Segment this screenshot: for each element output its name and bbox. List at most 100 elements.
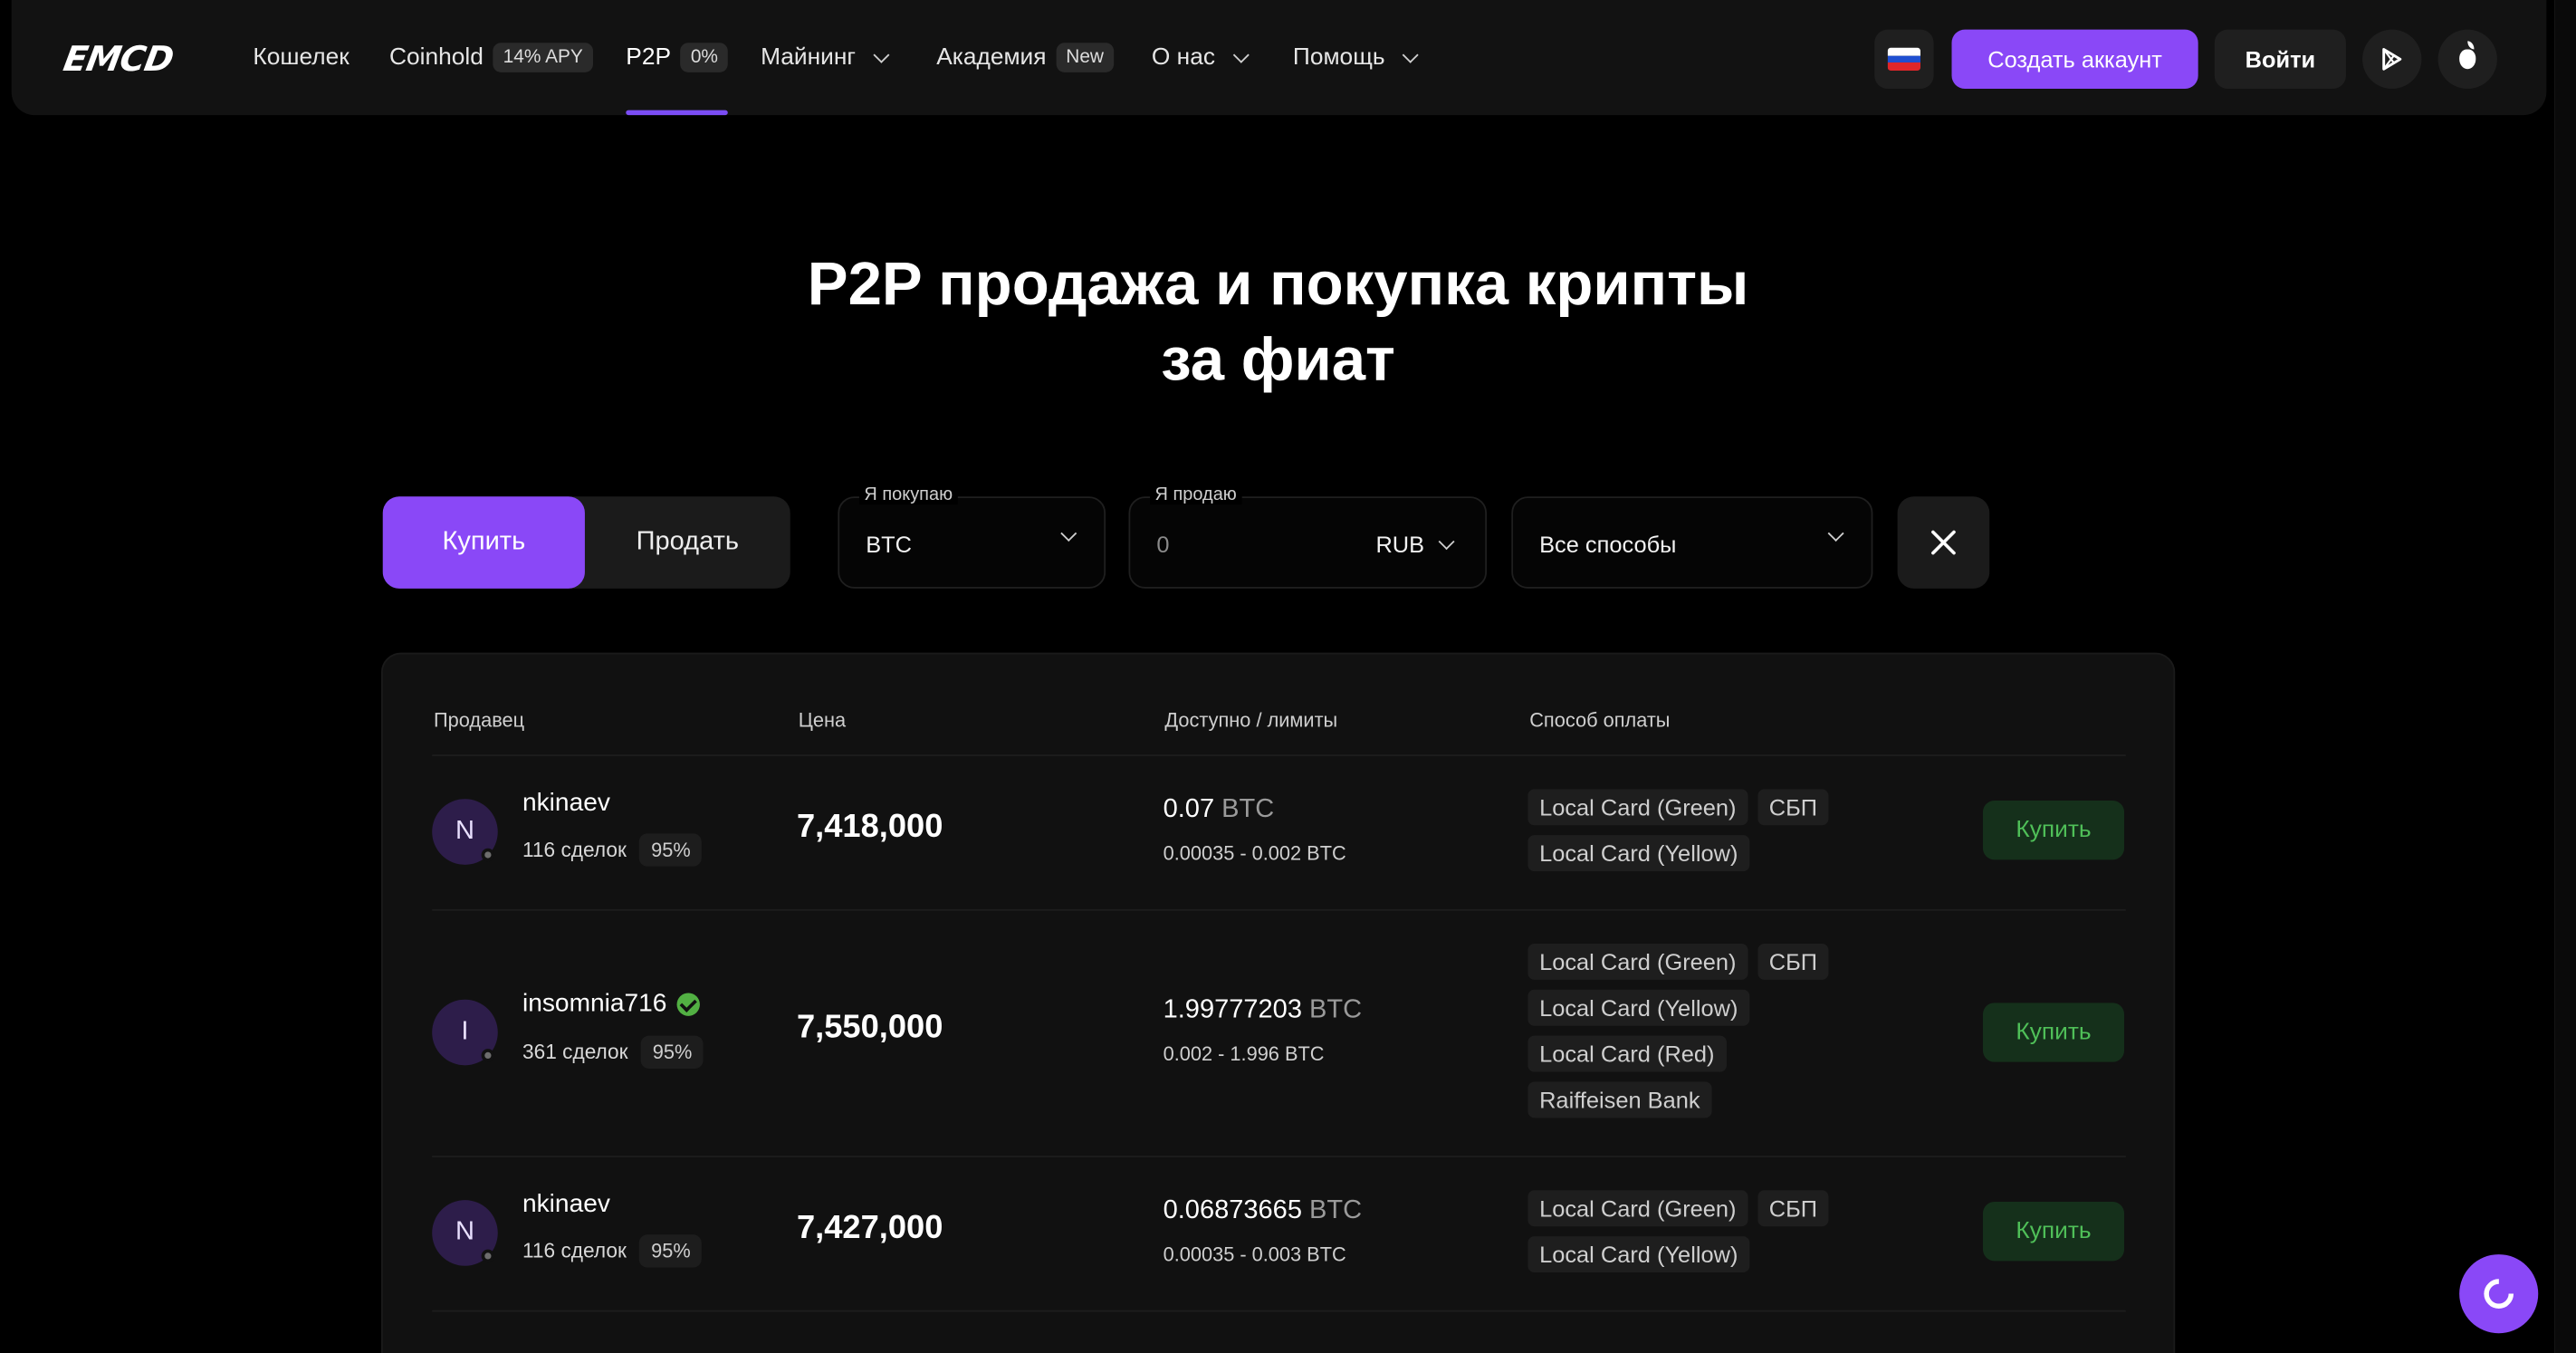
apy-badge: 14% APY (493, 43, 593, 72)
payment-method-tag: Local Card (Yellow) (1527, 989, 1750, 1026)
fee-badge: 0% (680, 43, 728, 72)
payment-method-tag: Local Card (Green) (1527, 943, 1748, 980)
column-header-seller: Продавец (434, 708, 525, 732)
available-value: 1.99777203 (1163, 996, 1302, 1024)
apple-icon (2459, 41, 2476, 70)
column-header-price: Цена (798, 708, 847, 732)
buy-sell-toggle: Купить Продать (382, 496, 790, 589)
verified-badge-icon (676, 993, 700, 1016)
offer-price: 7,427,000 (796, 1210, 943, 1246)
page-title-line1: P2P продажа и покупка крипты (807, 249, 1749, 318)
nav-help[interactable]: Помощь (1292, 0, 1419, 115)
amount-field: Я продаю RUB (1128, 485, 1488, 590)
nav-wallet[interactable]: Кошелек (253, 0, 349, 115)
payment-method-tag: Local Card (Yellow) (1527, 1236, 1750, 1273)
nav-coinhold-label: Coinhold (389, 44, 484, 72)
table-row: N nkinaev 116 сделок 95% 7,427,000 0.068… (432, 1156, 2126, 1310)
payment-method-tag: Raiffeisen Bank (1527, 1081, 1712, 1118)
buy-offer-button[interactable]: Купить (1982, 801, 2125, 860)
column-header-available: Доступно / лимиты (1164, 708, 1338, 732)
nav-coinhold[interactable]: Coinhold 14% APY (389, 0, 593, 115)
buy-tab[interactable]: Купить (382, 496, 585, 589)
completion-rate: 95% (639, 1234, 703, 1268)
deals-count: 361 сделок (522, 1041, 628, 1064)
completion-rate: 95% (641, 1035, 704, 1069)
close-icon (1930, 530, 1957, 556)
chevron-down-icon (873, 45, 890, 62)
scrollbar[interactable] (2554, 0, 2576, 1353)
seller-name[interactable]: insomnia716 (522, 990, 700, 1020)
avatar-initial: N (455, 817, 474, 846)
seller-name[interactable]: nkinaev (522, 1190, 610, 1220)
coin-select-value: BTC (866, 531, 912, 558)
available-unit: BTC (1309, 1196, 1363, 1225)
deals-count: 116 сделок (522, 838, 627, 862)
google-play-icon (2382, 48, 2402, 71)
avatar-initial: I (461, 1017, 469, 1046)
nav-mining-label: Майнинг (761, 44, 856, 72)
google-play-button[interactable] (2362, 29, 2422, 90)
table-row: N nkinaev 116 сделок 95% 7,418,000 0.07 … (432, 754, 2126, 909)
nav-p2p[interactable]: P2P 0% (626, 0, 728, 116)
nav-about[interactable]: О нас (1152, 0, 1250, 115)
amount-input[interactable] (1156, 498, 1355, 590)
payment-method-tag: СБП (1757, 1190, 1829, 1227)
buy-offer-button[interactable]: Купить (1982, 1003, 2125, 1062)
nav-mining[interactable]: Майнинг (761, 0, 890, 115)
coin-select[interactable]: Я покупаю BTC (838, 485, 1106, 589)
payment-methods: Local Card (Green) СБП Local Card (Yello… (1527, 1190, 1881, 1273)
seller-name-text: insomnia716 (522, 989, 667, 1018)
seller-stats: 361 сделок 95% (522, 1035, 704, 1069)
payment-methods: Local Card (Green) СБП Local Card (Yello… (1527, 789, 1881, 872)
language-button[interactable] (1874, 29, 1934, 90)
online-status-dot (481, 1049, 495, 1062)
nav-academy-label: Академия (936, 44, 1047, 72)
chevron-down-icon (1060, 525, 1077, 542)
payment-method-tag: СБП (1757, 789, 1829, 826)
table-row: I insomnia716 361 сделок 95% 7,550,000 1… (432, 908, 2126, 1156)
page: EMCD Кошелек Coinhold 14% APY P2P 0% Май… (0, 0, 2576, 1353)
available-amount: 1.99777203 BTC (1164, 996, 1363, 1026)
stage: EMCD Кошелек Coinhold 14% APY P2P 0% Май… (0, 0, 2576, 1353)
table-row (432, 1310, 2126, 1353)
login-button[interactable]: Войти (2214, 29, 2346, 90)
offer-price: 7,550,000 (796, 1009, 943, 1046)
avatar[interactable]: N (432, 799, 498, 865)
page-title-line2: за фиат (1161, 325, 1395, 393)
payment-methods: Local Card (Green) СБП Local Card (Yello… (1527, 943, 1881, 1118)
app-store-button[interactable] (2437, 29, 2497, 90)
payment-method-tag: Local Card (Green) (1527, 789, 1748, 826)
deals-count: 116 сделок (522, 1239, 627, 1263)
russia-flag-icon (1887, 47, 1921, 72)
nav-help-label: Помощь (1292, 44, 1385, 72)
clear-filters-button[interactable] (1897, 496, 1990, 589)
currency-select[interactable]: RUB (1375, 498, 1455, 590)
online-status-dot (481, 1249, 495, 1263)
new-badge: New (1056, 43, 1114, 72)
sell-tab[interactable]: Продать (585, 496, 790, 589)
available-amount: 0.07 BTC (1164, 796, 1275, 826)
nav-academy[interactable]: Академия New (936, 0, 1114, 115)
nav-p2p-label: P2P (626, 44, 672, 72)
available-unit: BTC (1221, 795, 1275, 824)
available-unit: BTC (1309, 996, 1363, 1024)
offer-limits: 0.002 - 1.996 BTC (1163, 1041, 1325, 1066)
chevron-down-icon (1438, 533, 1455, 550)
buy-offer-button[interactable]: Купить (1982, 1201, 2125, 1262)
avatar-initial: N (455, 1218, 474, 1246)
chevron-down-icon (1232, 45, 1250, 62)
seller-stats: 116 сделок 95% (522, 1234, 703, 1268)
support-chat-button[interactable] (2459, 1254, 2539, 1334)
avatar[interactable]: N (432, 1200, 498, 1266)
seller-name[interactable]: nkinaev (522, 789, 610, 819)
create-account-button[interactable]: Создать аккаунт (1951, 29, 2198, 90)
payment-method-tag: СБП (1757, 943, 1829, 980)
chevron-down-icon (1827, 525, 1844, 542)
logo[interactable]: EMCD (61, 40, 177, 80)
offer-price: 7,418,000 (796, 809, 943, 846)
avatar[interactable]: I (432, 999, 498, 1066)
offer-limits: 0.00035 - 0.003 BTC (1163, 1243, 1346, 1266)
currency-select-value: RUB (1375, 531, 1425, 558)
column-header-payment: Способ оплаты (1529, 708, 1671, 732)
payment-method-select[interactable]: Все способы (1511, 496, 1873, 589)
